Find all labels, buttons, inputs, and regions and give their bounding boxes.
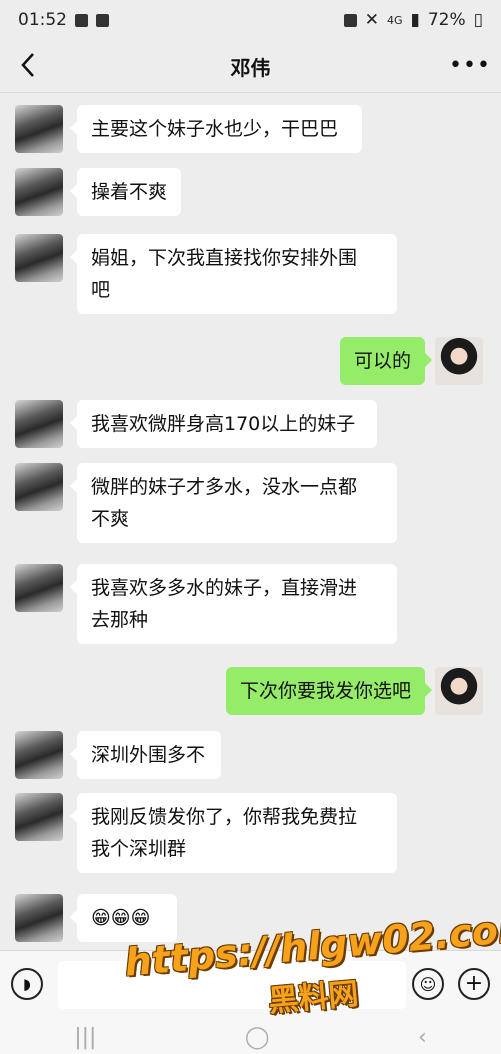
battery-icon: ▯ bbox=[473, 10, 483, 30]
input-bar: ◗ ☺ + bbox=[0, 950, 501, 1021]
message-text-line: 我喜欢多多水的妹子，直接滑进 bbox=[91, 577, 358, 599]
status-bar: 01:52 ✕ 4G ▮ 72% ▯ bbox=[0, 0, 501, 40]
message-text-line: 深圳外围多不 bbox=[91, 744, 206, 766]
incoming-message-bubble[interactable]: 娟姐，下次我直接找你安排外围吧 bbox=[70, 234, 397, 314]
message-text-line: 去那种 bbox=[91, 609, 149, 631]
contact-avatar[interactable] bbox=[15, 564, 63, 612]
contact-avatar[interactable] bbox=[15, 793, 63, 841]
message-text-line: 下次你要我发你选吧 bbox=[239, 680, 411, 702]
contact-avatar[interactable] bbox=[15, 400, 63, 448]
contact-avatar[interactable] bbox=[15, 168, 63, 216]
emoji-icon: ☺ bbox=[419, 974, 437, 994]
incoming-message-bubble[interactable]: 深圳外围多不 bbox=[70, 731, 221, 779]
signal-icon: ▮ bbox=[410, 10, 420, 30]
message-text-line: 不爽 bbox=[91, 508, 130, 530]
message-list[interactable]: 主要这个妹子水也少，干巴巴 操着不爽娟姐，下次我直接找你安排外围吧可以的我喜欢微胖… bbox=[0, 95, 501, 950]
status-time: 01:52 bbox=[18, 10, 67, 30]
chat-title: 邓伟 bbox=[230, 55, 271, 80]
system-nav-bar: ||| ◯ ‹ bbox=[0, 1020, 501, 1054]
home-icon[interactable]: ◯ bbox=[245, 1025, 270, 1050]
incoming-message-bubble[interactable]: 😁😁😁 bbox=[70, 894, 177, 942]
voice-icon: ◗ bbox=[23, 975, 31, 993]
message-text-line: 微胖的妹子才多水，没水一点都 bbox=[91, 476, 358, 498]
lock-icon bbox=[343, 13, 357, 27]
incoming-message-bubble[interactable]: 我喜欢微胖身高170以上的妹子 bbox=[70, 400, 377, 448]
incoming-message-bubble[interactable]: 操着不爽 bbox=[69, 168, 182, 216]
mute-icon: ✕ bbox=[364, 10, 379, 30]
network-label: 4G bbox=[386, 13, 403, 27]
contact-avatar[interactable] bbox=[15, 105, 63, 153]
battery-level: 72% bbox=[427, 10, 466, 30]
outgoing-message-bubble[interactable]: 下次你要我发你选吧 bbox=[225, 667, 433, 715]
message-text-line: 我个深圳群 bbox=[91, 838, 187, 860]
my-avatar[interactable] bbox=[435, 667, 483, 715]
contact-avatar[interactable] bbox=[15, 894, 63, 942]
gallery-notification-icon bbox=[75, 13, 88, 27]
check-notification-icon bbox=[96, 13, 109, 27]
contact-avatar[interactable] bbox=[15, 234, 63, 282]
incoming-message-bubble[interactable]: 微胖的妹子才多水，没水一点都 不爽 bbox=[70, 463, 397, 543]
plus-icon: + bbox=[464, 971, 484, 996]
chevron-left-icon bbox=[21, 53, 34, 77]
more-dots-icon: ••• bbox=[449, 52, 491, 78]
more-button[interactable]: ••• bbox=[449, 50, 490, 80]
message-text-line: 操着不爽 bbox=[91, 181, 168, 203]
message-text-line: 娟姐，下次我直接找你安排外围 bbox=[91, 247, 358, 269]
system-back-icon[interactable]: ‹ bbox=[418, 1025, 427, 1050]
message-input[interactable] bbox=[58, 961, 406, 1009]
incoming-message-bubble[interactable]: 我刚反馈发你了，你帮我免费拉 我个深圳群 bbox=[70, 793, 397, 873]
back-button[interactable] bbox=[14, 50, 42, 80]
contact-avatar[interactable] bbox=[15, 731, 63, 779]
message-text-line: 吧 bbox=[91, 279, 111, 301]
plus-button[interactable]: + bbox=[458, 968, 490, 1000]
voice-button[interactable]: ◗ bbox=[11, 968, 43, 1000]
my-avatar[interactable] bbox=[435, 337, 483, 385]
message-text-line: 可以的 bbox=[353, 350, 411, 372]
message-text-line: 我喜欢微胖身高170以上的妹子 bbox=[91, 413, 356, 435]
outgoing-message-bubble[interactable]: 可以的 bbox=[339, 337, 433, 385]
recent-apps-icon[interactable]: ||| bbox=[74, 1025, 96, 1050]
incoming-message-bubble[interactable]: 我喜欢多多水的妹子，直接滑进 去那种 bbox=[70, 564, 397, 644]
contact-avatar[interactable] bbox=[15, 463, 63, 511]
message-text-line: 主要这个妹子水也少，干巴巴 bbox=[91, 118, 339, 140]
message-text-line: 我刚反馈发你了，你帮我免费拉 bbox=[91, 806, 358, 828]
chat-header: 邓伟 ••• bbox=[0, 40, 501, 93]
incoming-message-bubble[interactable]: 主要这个妹子水也少，干巴巴 bbox=[70, 105, 362, 153]
message-text-line: 😁😁😁 bbox=[91, 907, 151, 929]
emoji-button[interactable]: ☺ bbox=[412, 968, 444, 1000]
